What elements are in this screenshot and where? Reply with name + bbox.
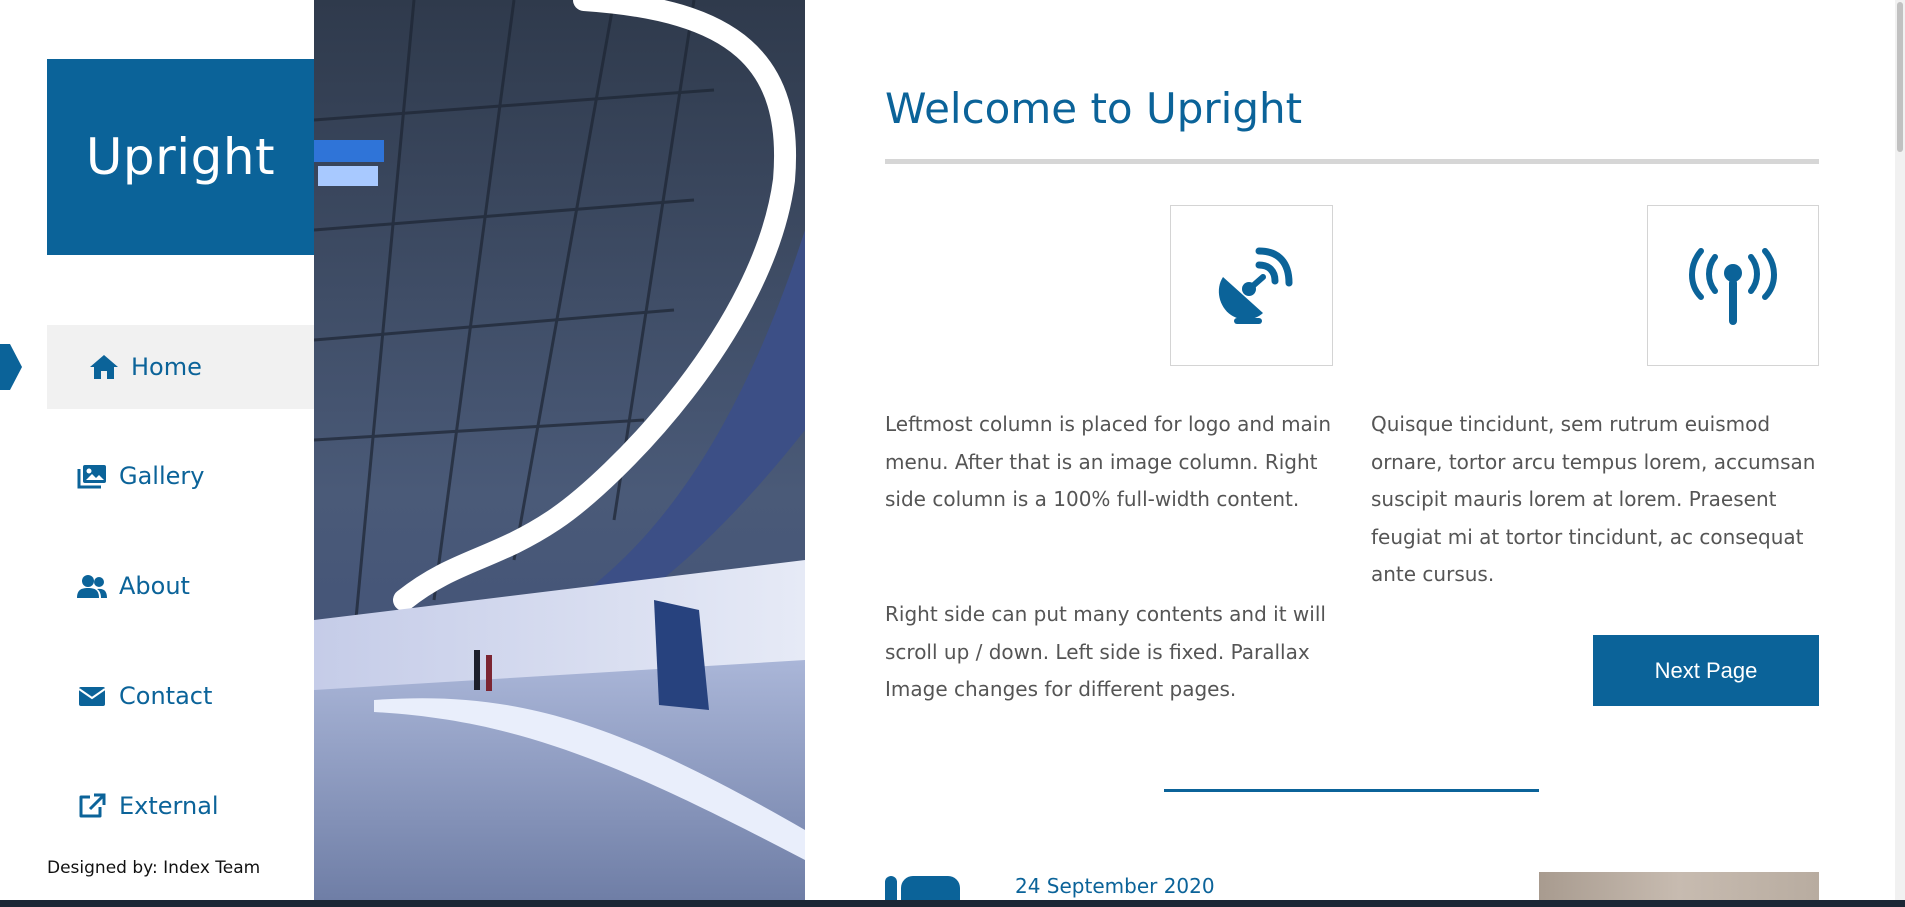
designer-credit: Designed by: Index Team	[47, 858, 261, 878]
nav-item-gallery[interactable]: Gallery	[47, 434, 314, 518]
nav-item-contact[interactable]: Contact	[47, 654, 314, 738]
images-icon	[77, 463, 107, 489]
nav-item-label: Contact	[119, 682, 213, 710]
users-icon	[77, 573, 107, 599]
title-divider	[885, 159, 1819, 164]
nav-item-label: Gallery	[119, 462, 205, 490]
section-divider	[1164, 789, 1539, 792]
taskbar-strip	[0, 900, 1905, 907]
home-icon	[89, 354, 119, 380]
nav-item-label: Home	[131, 353, 202, 381]
nav-item-about[interactable]: About	[47, 544, 314, 628]
nav-item-label: About	[119, 572, 190, 600]
sidebar: Upright Home Gallery About Contact Exter…	[0, 0, 314, 907]
page: Upright Home Gallery About Contact Exter…	[0, 0, 1905, 907]
logo[interactable]: Upright	[47, 59, 314, 255]
parallax-image	[314, 0, 805, 900]
scrollbar-thumb[interactable]	[1897, 2, 1903, 152]
main-content: Welcome to Upright Leftmost column is pl…	[805, 0, 1895, 907]
external-link-icon	[77, 793, 107, 819]
satellite-dish-icon	[1218, 247, 1292, 324]
nav-item-external[interactable]: External	[47, 764, 314, 848]
nav-item-home[interactable]: Home	[47, 325, 314, 409]
feature-box-satellite	[1170, 205, 1333, 366]
nav-item-label: External	[119, 792, 219, 820]
envelope-icon	[77, 683, 107, 709]
next-page-button[interactable]: Next Page	[1593, 635, 1819, 706]
logo-text: Upright	[85, 128, 276, 186]
lorem-paragraph: Quisque tincidunt, sem rutrum euismod or…	[1371, 412, 1816, 586]
post-date: 24 September 2020	[1015, 874, 1215, 898]
broadcast-tower-icon	[1689, 247, 1777, 325]
intro-paragraph: Leftmost column is placed for logo and m…	[885, 412, 1332, 511]
page-title: Welcome to Upright	[885, 84, 1303, 133]
active-nav-marker-icon	[0, 344, 22, 390]
feature-box-tower	[1647, 205, 1819, 366]
scroll-info-paragraph: Right side can put many contents and it …	[885, 602, 1326, 701]
